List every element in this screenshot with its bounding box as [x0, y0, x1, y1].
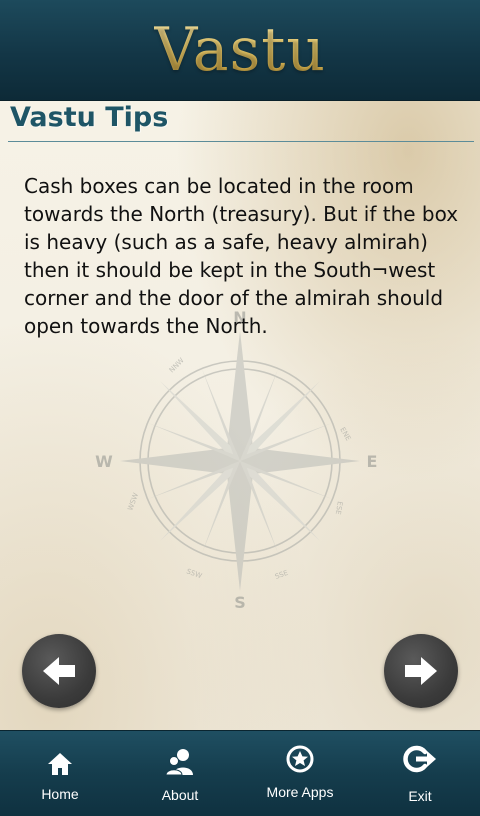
compass-ene-label: ENE	[338, 426, 352, 442]
compass-sse-label: SSE	[274, 569, 289, 581]
tab-more-apps-label: More Apps	[266, 784, 334, 800]
tip-text: Cash boxes can be located in the room to…	[24, 174, 459, 338]
tab-home-label: Home	[41, 786, 79, 802]
compass-nnw-label: NNW	[168, 356, 186, 374]
compass-wsw-label: WSW	[126, 492, 140, 512]
compass-south-label: S	[234, 593, 246, 611]
app-title: Vastu	[153, 15, 327, 85]
tab-exit[interactable]: Exit	[360, 731, 480, 816]
tab-about[interactable]: About	[120, 731, 240, 816]
tab-about-label: About	[161, 787, 199, 803]
compass-ese-label: ESE	[334, 501, 344, 515]
title-divider	[8, 141, 474, 142]
tab-home[interactable]: Home	[0, 731, 120, 816]
compass-east-label: E	[367, 452, 378, 471]
section-title: Vastu Tips	[10, 102, 169, 133]
tab-exit-label: Exit	[408, 788, 432, 804]
home-icon	[48, 753, 72, 775]
next-tip-button[interactable]	[384, 634, 458, 708]
content-area: Vastu Tips N W E S NNW ENE ESE SSW SSE W…	[0, 101, 480, 730]
star-icon	[286, 745, 314, 773]
app-header: Vastu	[0, 0, 480, 102]
tab-more-apps[interactable]: More Apps	[240, 731, 360, 816]
arrow-right-icon	[405, 657, 437, 685]
compass-ssw-label: SSW	[185, 567, 203, 580]
bottom-tab-bar: Home About More Apps Exit	[0, 730, 480, 816]
exit-icon	[403, 745, 436, 773]
people-icon	[165, 749, 193, 776]
previous-tip-button[interactable]	[22, 634, 96, 708]
compass-west-label: W	[95, 452, 113, 471]
arrow-left-icon	[43, 657, 75, 685]
compass-rose-watermark: N W E S NNW ENE ESE SSW SSE WSW	[95, 311, 378, 611]
